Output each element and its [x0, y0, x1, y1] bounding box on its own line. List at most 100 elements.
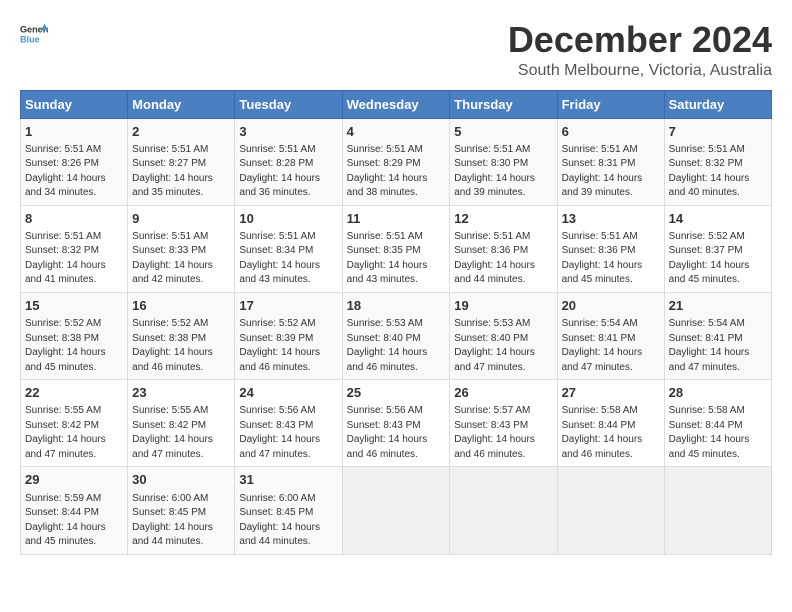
- calendar-cell: 11 Sunrise: 5:51 AM Sunset: 8:35 PM Dayli…: [342, 205, 450, 292]
- calendar-cell: [450, 467, 557, 554]
- day-number: 10: [239, 210, 337, 228]
- day-info: Sunrise: 5:51 AM Sunset: 8:36 PM Dayligh…: [454, 230, 552, 288]
- calendar-cell: 20 Sunrise: 5:54 AM Sunset: 8:41 PM Dayli…: [557, 292, 664, 379]
- calendar-cell: 28 Sunrise: 5:58 AM Sunset: 8:44 PM Dayli…: [664, 380, 771, 467]
- day-number: 23: [132, 384, 230, 402]
- day-number: 27: [562, 384, 660, 402]
- day-number: 1: [25, 123, 123, 141]
- day-number: 20: [562, 297, 660, 315]
- day-info: Sunrise: 5:51 AM Sunset: 8:32 PM Dayligh…: [25, 230, 123, 288]
- day-number: 19: [454, 297, 552, 315]
- day-info: Sunrise: 5:51 AM Sunset: 8:33 PM Dayligh…: [132, 230, 230, 288]
- day-number: 31: [239, 471, 337, 489]
- day-info: Sunrise: 5:51 AM Sunset: 8:31 PM Dayligh…: [562, 143, 660, 201]
- day-number: 11: [347, 210, 446, 228]
- day-number: 22: [25, 384, 123, 402]
- day-number: 3: [239, 123, 337, 141]
- location-title: South Melbourne, Victoria, Australia: [508, 62, 772, 80]
- day-info: Sunrise: 5:59 AM Sunset: 8:44 PM Dayligh…: [25, 492, 123, 550]
- day-number: 4: [347, 123, 446, 141]
- day-number: 15: [25, 297, 123, 315]
- day-info: Sunrise: 5:51 AM Sunset: 8:36 PM Dayligh…: [562, 230, 660, 288]
- calendar-cell: 17 Sunrise: 5:52 AM Sunset: 8:39 PM Dayli…: [235, 292, 342, 379]
- calendar-cell: 21 Sunrise: 5:54 AM Sunset: 8:41 PM Dayli…: [664, 292, 771, 379]
- calendar-week-row: 22 Sunrise: 5:55 AM Sunset: 8:42 PM Dayli…: [21, 380, 772, 467]
- calendar-cell: 16 Sunrise: 5:52 AM Sunset: 8:38 PM Dayli…: [128, 292, 235, 379]
- day-info: Sunrise: 5:51 AM Sunset: 8:35 PM Dayligh…: [347, 230, 446, 288]
- day-number: 17: [239, 297, 337, 315]
- day-number: 6: [562, 123, 660, 141]
- calendar-cell: 31 Sunrise: 6:00 AM Sunset: 8:45 PM Dayli…: [235, 467, 342, 554]
- title-area: December 2024 South Melbourne, Victoria,…: [508, 20, 772, 80]
- day-number: 21: [669, 297, 767, 315]
- calendar-cell: 27 Sunrise: 5:58 AM Sunset: 8:44 PM Dayli…: [557, 380, 664, 467]
- calendar-cell: 9 Sunrise: 5:51 AM Sunset: 8:33 PM Daylig…: [128, 205, 235, 292]
- day-info: Sunrise: 5:54 AM Sunset: 8:41 PM Dayligh…: [562, 317, 660, 375]
- calendar-cell: 15 Sunrise: 5:52 AM Sunset: 8:38 PM Dayli…: [21, 292, 128, 379]
- calendar-cell: 12Sunrise: 5:51 AM Sunset: 8:36 PM Dayli…: [450, 205, 557, 292]
- day-info: Sunrise: 5:51 AM Sunset: 8:34 PM Dayligh…: [239, 230, 337, 288]
- month-title: December 2024: [508, 20, 772, 60]
- day-number: 18: [347, 297, 446, 315]
- day-info: Sunrise: 5:51 AM Sunset: 8:32 PM Dayligh…: [669, 143, 767, 201]
- day-number: 7: [669, 123, 767, 141]
- day-number: 5: [454, 123, 552, 141]
- calendar-cell: [664, 467, 771, 554]
- day-number: 9: [132, 210, 230, 228]
- day-number: 13: [562, 210, 660, 228]
- day-info: Sunrise: 5:51 AM Sunset: 8:29 PM Dayligh…: [347, 143, 446, 201]
- day-number: 8: [25, 210, 123, 228]
- calendar-cell: 22 Sunrise: 5:55 AM Sunset: 8:42 PM Dayli…: [21, 380, 128, 467]
- calendar-cell: 13 Sunrise: 5:51 AM Sunset: 8:36 PM Dayli…: [557, 205, 664, 292]
- calendar-cell: 7 Sunrise: 5:51 AM Sunset: 8:32 PM Daylig…: [664, 118, 771, 205]
- day-number: 25: [347, 384, 446, 402]
- weekday-header-tuesday: Tuesday: [235, 90, 342, 118]
- calendar-cell: 30Sunrise: 6:00 AM Sunset: 8:45 PM Dayli…: [128, 467, 235, 554]
- svg-text:Blue: Blue: [20, 34, 40, 44]
- day-info: Sunrise: 5:52 AM Sunset: 8:39 PM Dayligh…: [239, 317, 337, 375]
- weekday-header-monday: Monday: [128, 90, 235, 118]
- calendar-cell: 2 Sunrise: 5:51 AM Sunset: 8:27 PM Daylig…: [128, 118, 235, 205]
- day-info: Sunrise: 5:52 AM Sunset: 8:38 PM Dayligh…: [132, 317, 230, 375]
- calendar-cell: 18 Sunrise: 5:53 AM Sunset: 8:40 PM Dayli…: [342, 292, 450, 379]
- calendar-cell: 14Sunrise: 5:52 AM Sunset: 8:37 PM Dayli…: [664, 205, 771, 292]
- day-info: Sunrise: 5:58 AM Sunset: 8:44 PM Dayligh…: [562, 404, 660, 462]
- logo: General Blue: [20, 20, 48, 48]
- day-number: 2: [132, 123, 230, 141]
- day-info: Sunrise: 5:53 AM Sunset: 8:40 PM Dayligh…: [347, 317, 446, 375]
- day-info: Sunrise: 5:56 AM Sunset: 8:43 PM Dayligh…: [239, 404, 337, 462]
- day-info: Sunrise: 5:51 AM Sunset: 8:28 PM Dayligh…: [239, 143, 337, 201]
- calendar-cell: 8 Sunrise: 5:51 AM Sunset: 8:32 PM Daylig…: [21, 205, 128, 292]
- calendar-table: SundayMondayTuesdayWednesdayThursdayFrid…: [20, 90, 772, 555]
- calendar-cell: 4 Sunrise: 5:51 AM Sunset: 8:29 PM Daylig…: [342, 118, 450, 205]
- calendar-cell: [557, 467, 664, 554]
- calendar-cell: 1 Sunrise: 5:51 AM Sunset: 8:26 PM Daylig…: [21, 118, 128, 205]
- day-info: Sunrise: 5:51 AM Sunset: 8:26 PM Dayligh…: [25, 143, 123, 201]
- day-info: Sunrise: 6:00 AM Sunset: 8:45 PM Dayligh…: [239, 492, 337, 550]
- day-info: Sunrise: 5:55 AM Sunset: 8:42 PM Dayligh…: [132, 404, 230, 462]
- calendar-cell: [342, 467, 450, 554]
- day-info: Sunrise: 5:52 AM Sunset: 8:37 PM Dayligh…: [669, 230, 767, 288]
- day-info: Sunrise: 5:56 AM Sunset: 8:43 PM Dayligh…: [347, 404, 446, 462]
- calendar-week-row: 1 Sunrise: 5:51 AM Sunset: 8:26 PM Daylig…: [21, 118, 772, 205]
- calendar-cell: 23 Sunrise: 5:55 AM Sunset: 8:42 PM Dayli…: [128, 380, 235, 467]
- day-info: Sunrise: 5:52 AM Sunset: 8:38 PM Dayligh…: [25, 317, 123, 375]
- calendar-week-row: 8 Sunrise: 5:51 AM Sunset: 8:32 PM Daylig…: [21, 205, 772, 292]
- weekday-header-thursday: Thursday: [450, 90, 557, 118]
- calendar-header-row: SundayMondayTuesdayWednesdayThursdayFrid…: [21, 90, 772, 118]
- day-number: 28: [669, 384, 767, 402]
- day-info: Sunrise: 5:58 AM Sunset: 8:44 PM Dayligh…: [669, 404, 767, 462]
- calendar-cell: 19 Sunrise: 5:53 AM Sunset: 8:40 PM Dayli…: [450, 292, 557, 379]
- day-number: 24: [239, 384, 337, 402]
- day-info: Sunrise: 5:54 AM Sunset: 8:41 PM Dayligh…: [669, 317, 767, 375]
- weekday-header-friday: Friday: [557, 90, 664, 118]
- weekday-header-sunday: Sunday: [21, 90, 128, 118]
- day-info: Sunrise: 5:51 AM Sunset: 8:27 PM Dayligh…: [132, 143, 230, 201]
- day-info: Sunrise: 5:53 AM Sunset: 8:40 PM Dayligh…: [454, 317, 552, 375]
- day-number: 26: [454, 384, 552, 402]
- day-info: Sunrise: 5:55 AM Sunset: 8:42 PM Dayligh…: [25, 404, 123, 462]
- calendar-cell: 25 Sunrise: 5:56 AM Sunset: 8:43 PM Dayli…: [342, 380, 450, 467]
- day-number: 16: [132, 297, 230, 315]
- calendar-cell: 29Sunrise: 5:59 AM Sunset: 8:44 PM Dayli…: [21, 467, 128, 554]
- header: General Blue December 2024 South Melbour…: [20, 20, 772, 80]
